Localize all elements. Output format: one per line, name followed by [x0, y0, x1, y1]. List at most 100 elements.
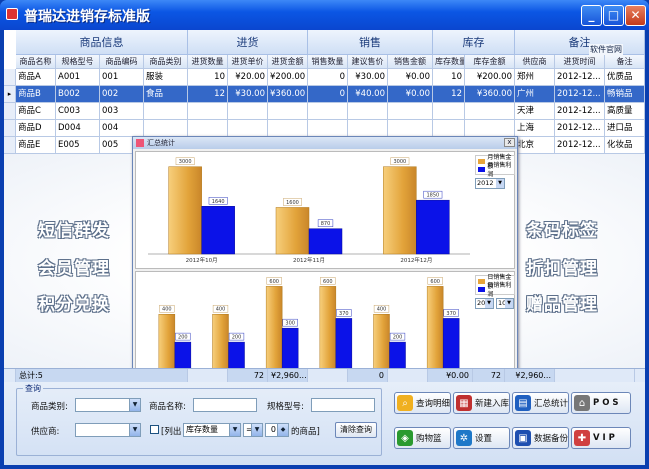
row-header[interactable]	[4, 103, 16, 120]
spec-input[interactable]	[311, 398, 375, 412]
value-stepper[interactable]: 0 ◆	[265, 423, 289, 437]
table-cell[interactable]: 服装	[144, 69, 188, 86]
column-header[interactable]: 供应商	[515, 55, 555, 69]
minimize-button[interactable]: _	[581, 5, 602, 26]
table-cell[interactable]: ¥30.00	[348, 69, 388, 86]
table-cell[interactable]: 商品E	[16, 137, 56, 154]
table-cell[interactable]: 12	[433, 86, 465, 103]
table-cell[interactable]: A001	[56, 69, 100, 86]
table-cell[interactable]: 进口品	[605, 120, 645, 137]
table-cell[interactable]	[348, 120, 388, 137]
list-field-select[interactable]: 库存数量 ▼	[183, 423, 241, 437]
popup-close-button[interactable]: x	[504, 138, 515, 147]
name-input[interactable]	[193, 398, 257, 412]
table-cell[interactable]: 10	[188, 69, 228, 86]
table-cell[interactable]: 北京	[515, 137, 555, 154]
table-row[interactable]: 商品D D004 004 上海 2012-12... 进口品	[16, 120, 645, 137]
table-cell[interactable]	[144, 103, 188, 120]
column-header[interactable]: 进货单价	[228, 55, 268, 69]
column-header[interactable]: 规格型号	[56, 55, 100, 69]
table-cell[interactable]: ¥200.00	[465, 69, 515, 86]
row-header[interactable]	[4, 69, 16, 86]
summary-popup[interactable]: 汇总统计 x 3000 1640 2012年10月 1600 870 2012年11月 30…	[132, 136, 518, 388]
table-cell[interactable]: 12	[188, 86, 228, 103]
table-cell[interactable]: 优质品	[605, 69, 645, 86]
column-header[interactable]: 商品类别	[144, 55, 188, 69]
column-header[interactable]: 进货时间	[555, 55, 605, 69]
supplier-select[interactable]: ▼	[75, 423, 141, 437]
table-cell[interactable]: 商品C	[16, 103, 56, 120]
category-select[interactable]: ▼	[75, 398, 141, 412]
table-cell[interactable]: 2012-12...	[555, 137, 605, 154]
stepper-icon[interactable]: ◆	[277, 424, 288, 436]
table-cell[interactable]: D004	[56, 120, 100, 137]
operator-select[interactable]: = ▼	[243, 423, 263, 437]
pos-button[interactable]: ⌂ P O S	[571, 392, 631, 414]
row-header[interactable]: ▸	[4, 86, 16, 103]
year-select[interactable]: 2012 ▼	[475, 178, 505, 189]
new-stock-button[interactable]: ▦ 新建入库	[453, 392, 510, 414]
table-cell[interactable]	[433, 120, 465, 137]
table-cell[interactable]: 2012-12...	[555, 86, 605, 103]
table-cell[interactable]: 商品D	[16, 120, 56, 137]
column-header[interactable]: 进货金额	[268, 55, 308, 69]
official-site-link[interactable]: 软件官网	[589, 44, 623, 55]
table-cell[interactable]	[268, 120, 308, 137]
table-cell[interactable]	[144, 120, 188, 137]
list-filter-checkbox[interactable]	[150, 425, 159, 434]
table-cell[interactable]: 畅销品	[605, 86, 645, 103]
table-cell[interactable]: 003	[100, 103, 144, 120]
table-cell[interactable]: 0	[308, 69, 348, 86]
month-select[interactable]: 10 ▼	[496, 298, 514, 309]
table-cell[interactable]	[308, 120, 348, 137]
table-cell[interactable]: 化妆品	[605, 137, 645, 154]
table-cell[interactable]: ¥20.00	[228, 69, 268, 86]
column-header[interactable]: 进货数量	[188, 55, 228, 69]
backup-button[interactable]: ▣ 数据备份	[512, 427, 569, 449]
table-row[interactable]: 商品C C003 003 天津 2012-12... 高质量	[16, 103, 645, 120]
maximize-button[interactable]: □	[603, 5, 624, 26]
summary-button[interactable]: ▤ 汇总统计	[512, 392, 569, 414]
table-cell[interactable]: 天津	[515, 103, 555, 120]
column-header[interactable]: 建议售价	[348, 55, 388, 69]
table-cell[interactable]: C003	[56, 103, 100, 120]
table-row[interactable]: 商品B B002 002 食品 12 ¥30.00 ¥360.00 0 ¥40.00 ¥0.00 1…	[16, 86, 645, 103]
table-cell[interactable]	[268, 103, 308, 120]
table-cell[interactable]: ¥0.00	[388, 86, 433, 103]
table-cell[interactable]	[228, 120, 268, 137]
table-cell[interactable]: 001	[100, 69, 144, 86]
table-cell[interactable]: ¥40.00	[348, 86, 388, 103]
close-button[interactable]: ✕	[625, 5, 646, 26]
query-detail-button[interactable]: ⌕ 查询明细	[394, 392, 451, 414]
column-header[interactable]: 库存数量	[433, 55, 465, 69]
column-header[interactable]: 库存金额	[465, 55, 515, 69]
table-cell[interactable]	[465, 103, 515, 120]
table-cell[interactable]: ¥360.00	[465, 86, 515, 103]
table-cell[interactable]: 002	[100, 86, 144, 103]
table-row[interactable]: 商品A A001 001 服装 10 ¥20.00 ¥200.00 0 ¥30.00 ¥0.00 1…	[16, 69, 645, 86]
table-cell[interactable]: ¥360.00	[268, 86, 308, 103]
column-header[interactable]: 商品编码	[100, 55, 144, 69]
table-cell[interactable]: 2012-12...	[555, 103, 605, 120]
table-cell[interactable]	[188, 120, 228, 137]
column-header[interactable]: 销售数量	[308, 55, 348, 69]
table-cell[interactable]: ¥30.00	[228, 86, 268, 103]
row-header[interactable]	[4, 137, 16, 154]
table-cell[interactable]: 2012-12...	[555, 69, 605, 86]
shopping-basket-button[interactable]: ◈ 购物篮	[394, 427, 451, 449]
vip-button[interactable]: ✚ V I P	[571, 427, 631, 449]
year-select-daily[interactable]: 2012▼	[475, 298, 494, 309]
table-cell[interactable]: 0	[308, 86, 348, 103]
table-cell[interactable]: B002	[56, 86, 100, 103]
title-bar[interactable]: 普瑞达进销存标准版 _ □ ✕	[0, 0, 649, 30]
table-cell[interactable]: 004	[100, 120, 144, 137]
table-cell[interactable]: 2012-12...	[555, 120, 605, 137]
column-header[interactable]: 商品名称	[16, 55, 56, 69]
table-cell[interactable]: 商品B	[16, 86, 56, 103]
table-cell[interactable]: 上海	[515, 120, 555, 137]
table-cell[interactable]: 商品A	[16, 69, 56, 86]
table-cell[interactable]	[348, 103, 388, 120]
table-cell[interactable]	[228, 103, 268, 120]
column-header[interactable]: 备注	[605, 55, 645, 69]
table-cell[interactable]	[308, 103, 348, 120]
